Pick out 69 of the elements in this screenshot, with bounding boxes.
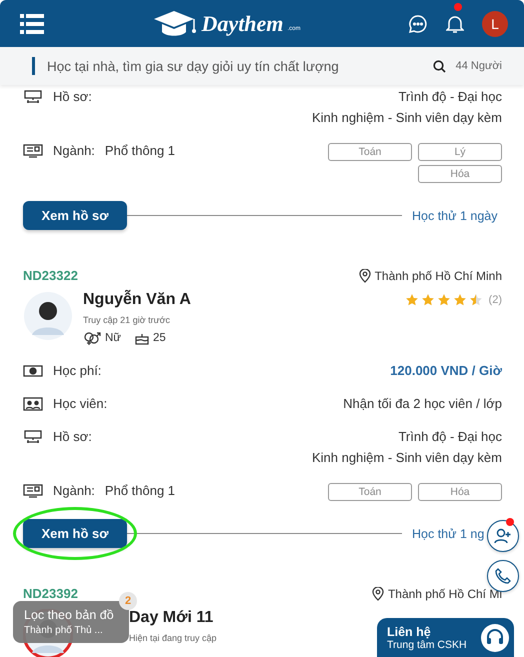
bell-icon[interactable] xyxy=(446,14,464,34)
subject-tag: Hóa xyxy=(418,483,502,501)
row-value: Trình độ - Đại học xyxy=(398,89,502,104)
star-icon xyxy=(420,293,435,307)
students-icon xyxy=(23,396,43,410)
map-pin-icon xyxy=(372,586,384,600)
row-label: Học phí: xyxy=(53,363,102,378)
row-label: Hồ sơ: xyxy=(53,429,92,444)
last-access: Truy cập 21 giờ trước xyxy=(83,315,170,325)
filter-count-badge: 2 xyxy=(119,592,137,610)
banknote-icon xyxy=(23,364,43,378)
major-label: Ngành: xyxy=(53,143,95,158)
row-label: Hồ sơ: xyxy=(53,89,92,104)
subject-tag: Toán xyxy=(328,483,412,501)
chat-icon[interactable] xyxy=(408,14,428,34)
row-value: Nhận tối đa 2 học viên / lớp xyxy=(343,396,502,411)
major-value: Phổ thông 1 xyxy=(104,143,176,158)
presentation-icon xyxy=(23,90,43,104)
monitor-icon xyxy=(23,144,43,158)
tutor-id: ND23392 xyxy=(23,586,78,601)
result-count: 44 Người xyxy=(456,60,502,72)
tutor-id: ND23322 xyxy=(23,268,78,283)
subject-tag: Lý xyxy=(418,143,502,161)
subject-tag: Hóa xyxy=(418,165,502,183)
logo-text[interactable]: Daythem xyxy=(202,10,284,36)
row-label: Học viên: xyxy=(53,396,108,411)
fee-value: 120.000 VND / Giờ xyxy=(390,363,502,378)
tutor-name[interactable]: Day Mới 11 xyxy=(129,609,214,627)
search-input[interactable]: Học tại nhà, tìm gia sư dạy giỏi uy tín chất lượng xyxy=(45,58,423,74)
tutor-name[interactable]: Nguyễn Văn A xyxy=(83,291,191,309)
row-value: Kinh nghiệm - Sinh viên dạy kèm xyxy=(312,450,502,465)
map-pin-icon xyxy=(358,268,371,282)
view-profile-button[interactable]: Xem hồ sơ xyxy=(23,201,127,230)
star-icon xyxy=(452,293,467,307)
contact-subtitle: Trung tâm CSKH xyxy=(387,638,467,650)
filter-title: Lọc theo bản đồ xyxy=(24,608,114,622)
major-label: Ngành: xyxy=(53,483,95,498)
star-icon xyxy=(468,293,483,307)
phone-icon xyxy=(495,568,511,584)
add-user-icon xyxy=(494,527,512,545)
row-value: Trình độ - Đại học xyxy=(398,429,502,444)
age-label: 25 xyxy=(135,331,166,345)
view-profile-button[interactable]: Xem hồ sơ xyxy=(23,519,127,548)
star-icon xyxy=(404,293,419,307)
trial-label: Học thử 1 ngày xyxy=(412,208,498,222)
gender-icon xyxy=(83,331,101,345)
user-avatar[interactable]: L xyxy=(482,10,508,36)
avatar-silhouette xyxy=(23,291,73,341)
menu-icon[interactable] xyxy=(20,14,44,34)
contact-title: Liên hệ xyxy=(387,624,432,638)
monitor-icon xyxy=(23,484,43,498)
filter-subtitle: Thành phố Thủ ... xyxy=(24,625,103,636)
location-label: Thành phố Hồ Chí Minh xyxy=(358,268,502,282)
last-access: Hiện tại đang truy cập xyxy=(129,633,217,643)
contact-panel[interactable]: Liên hệ Trung tâm CSKH xyxy=(377,618,514,657)
trial-label: Học thử 1 ng xyxy=(412,526,486,540)
gender-label: Nữ xyxy=(83,331,122,345)
presentation-icon xyxy=(23,430,43,444)
review-count: (2) xyxy=(488,294,502,306)
graduation-cap-icon xyxy=(152,10,198,38)
search-icon[interactable] xyxy=(432,60,446,72)
star-icon xyxy=(436,293,451,307)
row-value: Kinh nghiệm - Sinh viên dạy kèm xyxy=(312,110,502,125)
cake-icon xyxy=(135,331,150,345)
add-friend-button[interactable] xyxy=(487,520,519,552)
major-value: Phổ thông 1 xyxy=(104,483,176,498)
headset-icon xyxy=(480,622,510,652)
subject-tag: Toán xyxy=(328,143,412,161)
search-bar[interactable]: Học tại nhà, tìm gia sư dạy giỏi uy tín chất lượng 44 Người xyxy=(0,47,524,85)
